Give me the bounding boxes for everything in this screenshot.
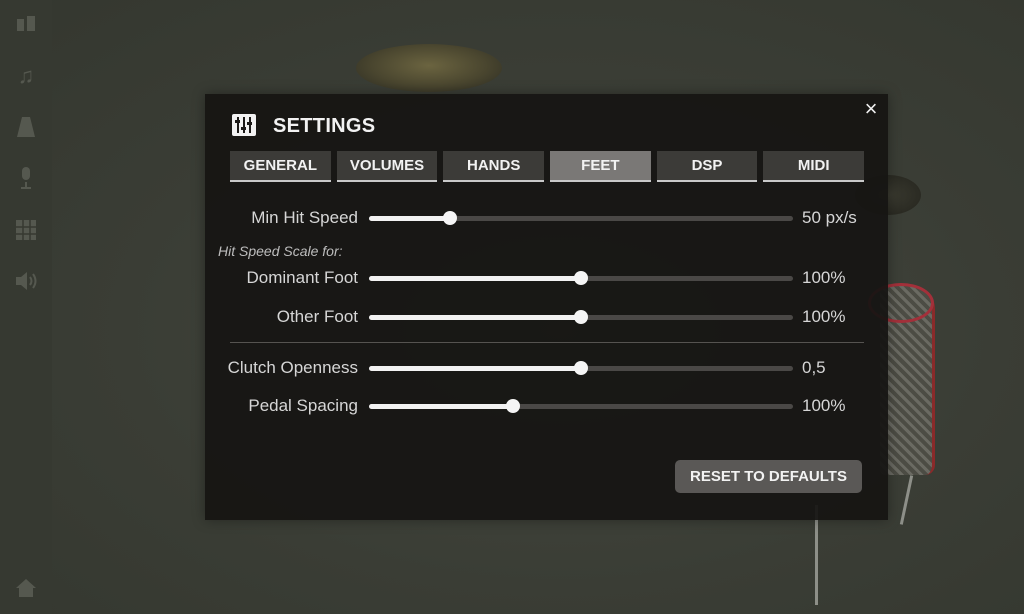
min-hit-speed-slider[interactable] <box>369 211 793 225</box>
slider-row-min-hit-speed: Min Hit Speed 50 px/s <box>205 206 888 230</box>
slider-fill <box>369 366 581 371</box>
drum-kit-icon[interactable] <box>12 10 40 38</box>
other-foot-slider[interactable] <box>369 310 793 324</box>
tab-feet[interactable]: FEET <box>550 151 651 182</box>
divider <box>230 342 864 343</box>
slider-thumb[interactable] <box>574 361 588 375</box>
slider-thumb[interactable] <box>574 310 588 324</box>
settings-tabs: GENERAL VOLUMES HANDS FEET DSP MIDI <box>230 151 865 183</box>
sliders-icon <box>232 114 256 136</box>
music-note-icon[interactable]: ♫ <box>12 62 40 90</box>
slider-row-pedal-spacing: Pedal Spacing 100% <box>205 394 888 418</box>
slider-fill <box>369 404 514 409</box>
tab-dsp[interactable]: DSP <box>656 151 758 182</box>
slider-fill <box>369 315 581 320</box>
slider-label: Pedal Spacing <box>248 396 358 415</box>
reset-to-defaults-button[interactable]: RESET TO DEFAULTS <box>675 460 862 493</box>
slider-label: Min Hit Speed <box>251 208 358 227</box>
slider-thumb[interactable] <box>574 271 588 285</box>
speaker-icon[interactable] <box>12 267 40 295</box>
grid-icon[interactable] <box>12 216 40 244</box>
slider-value: 100% <box>802 396 846 415</box>
tab-volumes[interactable]: VOLUMES <box>336 151 438 182</box>
slider-label: Clutch Openness <box>227 358 358 377</box>
section-label: Hit Speed Scale for: <box>218 243 343 259</box>
pedal-spacing-slider[interactable] <box>369 399 793 413</box>
slider-value: 0,5 <box>802 358 826 377</box>
sidebar: ♫ <box>0 0 52 614</box>
metronome-icon[interactable] <box>12 113 40 141</box>
close-icon[interactable]: × <box>860 98 882 120</box>
slider-label: Dominant Foot <box>246 268 359 287</box>
slider-fill <box>369 276 581 281</box>
microphone-icon[interactable] <box>12 164 40 192</box>
slider-value: 100% <box>802 268 846 287</box>
home-icon[interactable] <box>12 574 40 602</box>
slider-thumb[interactable] <box>506 399 521 413</box>
slider-row-other-foot: Other Foot 100% <box>205 305 888 329</box>
slider-fill <box>369 216 450 221</box>
tab-midi[interactable]: MIDI <box>763 151 865 182</box>
slider-row-dominant-foot: Dominant Foot 100% <box>205 266 888 290</box>
slider-label: Other Foot <box>276 307 358 326</box>
slider-row-clutch-openness: Clutch Openness 0,5 <box>205 356 888 380</box>
stand-image <box>815 505 818 605</box>
slider-thumb[interactable] <box>442 211 457 225</box>
clutch-openness-slider[interactable] <box>369 361 793 375</box>
tab-hands[interactable]: HANDS <box>443 151 545 182</box>
dominant-foot-slider[interactable] <box>369 271 793 285</box>
cymbal-image <box>356 44 502 92</box>
settings-dialog: × SETTINGS GENERAL VOLUMES HANDS FEET DS… <box>205 94 888 520</box>
slider-value: 100% <box>802 307 846 326</box>
dialog-title: SETTINGS <box>273 115 376 137</box>
tab-general[interactable]: GENERAL <box>230 151 331 182</box>
slider-value: 50 px/s <box>802 208 857 227</box>
